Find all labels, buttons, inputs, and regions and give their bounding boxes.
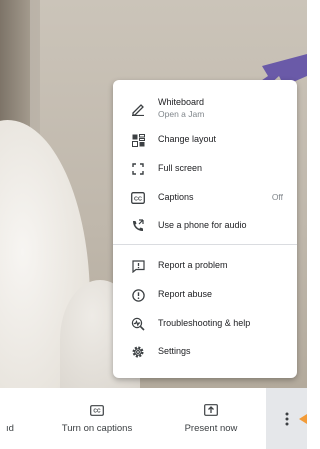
captions-button-label: Turn on captions (61, 423, 133, 434)
more-options-menu: Whiteboard Open a Jam Change layout Full… (113, 80, 297, 378)
menu-item-whiteboard[interactable]: Whiteboard Open a Jam (113, 90, 297, 126)
present-button-label: Present now (184, 423, 238, 434)
menu-divider (113, 244, 297, 245)
pen-icon (131, 102, 145, 116)
menu-item-label: Captions (158, 192, 194, 202)
menu-item-settings[interactable]: Settings (113, 338, 297, 366)
menu-item-label: Full screen (158, 163, 203, 173)
menu-item-label: Use a phone for audio (158, 220, 247, 230)
menu-item-label: Report abuse (158, 289, 213, 299)
menu-item-phone-audio[interactable]: Use a phone for audio (113, 212, 297, 240)
menu-item-label: Change layout (158, 134, 217, 144)
menu-item-captions[interactable]: CC Captions Off (113, 184, 297, 212)
menu-item-change-layout[interactable]: Change layout (113, 126, 297, 154)
menu-item-label: Report a problem (158, 260, 228, 270)
cc-icon: CC (90, 403, 104, 417)
fullscreen-icon (131, 162, 145, 176)
more-options-button[interactable] (266, 388, 307, 449)
turn-on-captions-button[interactable]: CC Turn on captions (52, 388, 142, 449)
menu-item-label: Troubleshooting & help (158, 318, 251, 328)
partial-button-label: ıd (6, 423, 14, 434)
report-abuse-icon (131, 288, 145, 302)
layout-icon (131, 133, 145, 147)
orange-arrow-tip (299, 414, 307, 424)
menu-item-full-screen[interactable]: Full screen (113, 155, 297, 183)
menu-item-label: Whiteboard (158, 97, 205, 107)
more-vert-icon (285, 412, 288, 425)
menu-item-report-abuse[interactable]: Report abuse (113, 281, 297, 309)
bottom-control-bar (0, 388, 307, 449)
settings-icon (131, 345, 145, 359)
cc-icon: CC (131, 191, 145, 205)
captions-status: Off (271, 192, 283, 202)
menu-item-sublabel: Open a Jam (158, 109, 205, 119)
troubleshoot-icon (131, 317, 145, 331)
present-icon (204, 403, 218, 417)
menu-item-troubleshooting[interactable]: Troubleshooting & help (113, 310, 297, 338)
menu-item-report-problem[interactable]: Report a problem (113, 252, 297, 280)
menu-item-label: Settings (158, 346, 191, 356)
svg-text:CC: CC (93, 408, 101, 414)
svg-text:CC: CC (134, 196, 142, 202)
partial-button[interactable]: ıd (0, 388, 20, 449)
phone-audio-icon (131, 219, 145, 233)
present-now-button[interactable]: Present now (172, 388, 250, 449)
partial-button-icon-space (3, 403, 17, 417)
report-problem-icon (131, 259, 145, 273)
